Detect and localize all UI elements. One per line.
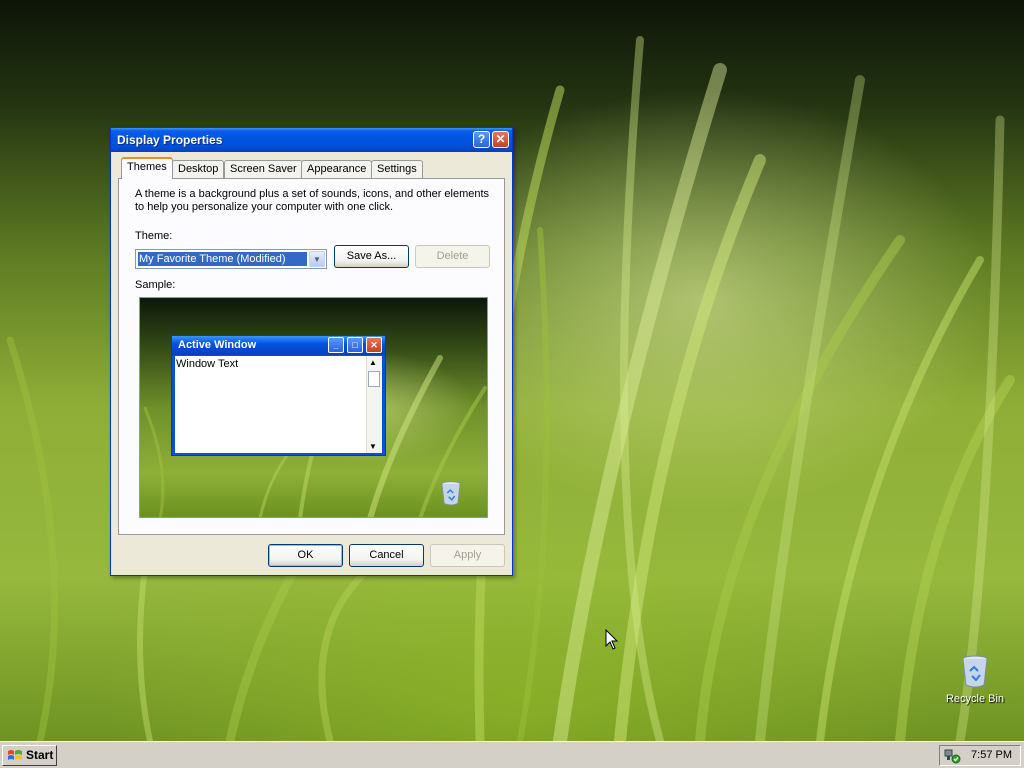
help-button[interactable]: ? xyxy=(473,131,490,148)
close-button[interactable]: ✕ xyxy=(492,131,509,148)
dialog-title: Display Properties xyxy=(117,133,223,147)
tab-themes[interactable]: Themes xyxy=(121,157,173,179)
tab-settings[interactable]: Settings xyxy=(371,160,423,178)
delete-button[interactable]: Delete xyxy=(415,245,490,268)
sample-window-title: Active Window xyxy=(178,339,257,351)
display-properties-dialog: Display Properties ? ✕ Themes Desktop Sc… xyxy=(110,127,513,576)
recycle-bin-icon xyxy=(962,655,988,688)
theme-label: Theme: xyxy=(135,230,173,242)
network-connection-icon[interactable] xyxy=(943,748,961,764)
minimize-icon: _ xyxy=(328,337,344,353)
theme-description: A theme is a background plus a set of so… xyxy=(135,188,490,213)
theme-dropdown[interactable]: My Favorite Theme (Modified) ▼ xyxy=(135,249,327,269)
start-label: Start xyxy=(26,748,54,762)
ok-button[interactable]: OK xyxy=(268,544,343,567)
chevron-down-icon[interactable]: ▼ xyxy=(309,251,325,267)
sample-active-window: Active Window _ □ ✕ Window Text ▲ ▼ xyxy=(171,335,386,456)
themes-tab-panel: A theme is a background plus a set of so… xyxy=(118,178,505,535)
tab-appearance[interactable]: Appearance xyxy=(301,160,373,178)
tab-screen-saver[interactable]: Screen Saver xyxy=(224,160,303,178)
windows-logo-icon xyxy=(8,750,22,760)
desktop-icon-recycle-bin[interactable]: Recycle Bin xyxy=(938,654,1012,705)
start-button[interactable]: Start xyxy=(2,745,57,766)
sample-window-text: Window Text xyxy=(176,358,239,370)
sample-window-body: Window Text ▲ ▼ xyxy=(175,356,382,453)
scroll-down-icon: ▼ xyxy=(369,442,377,451)
apply-button[interactable]: Apply xyxy=(430,544,505,567)
sample-label: Sample: xyxy=(135,279,176,291)
cancel-button[interactable]: Cancel xyxy=(349,544,424,567)
tab-desktop[interactable]: Desktop xyxy=(172,160,225,178)
recycle-bin-icon xyxy=(441,481,461,506)
mouse-pointer-icon xyxy=(605,629,619,650)
scroll-up-icon: ▲ xyxy=(369,358,377,367)
taskbar: Start 7:57 PM xyxy=(0,741,1024,768)
maximize-icon: □ xyxy=(347,337,363,353)
taskbar-clock[interactable]: 7:57 PM xyxy=(971,749,1012,761)
sample-scrollbar: ▲ ▼ xyxy=(366,356,382,453)
save-as-button[interactable]: Save As... xyxy=(334,245,409,268)
theme-sample-preview: Active Window _ □ ✕ Window Text ▲ ▼ xyxy=(139,297,488,518)
scroll-thumb xyxy=(368,371,380,387)
desktop-icon-label: Recycle Bin xyxy=(945,693,1005,705)
dialog-titlebar[interactable]: Display Properties ? ✕ xyxy=(111,128,512,152)
close-icon: ✕ xyxy=(366,337,382,353)
system-tray: 7:57 PM xyxy=(939,745,1021,766)
sample-window-titlebar: Active Window _ □ ✕ xyxy=(172,336,385,355)
theme-dropdown-value: My Favorite Theme (Modified) xyxy=(138,252,307,266)
